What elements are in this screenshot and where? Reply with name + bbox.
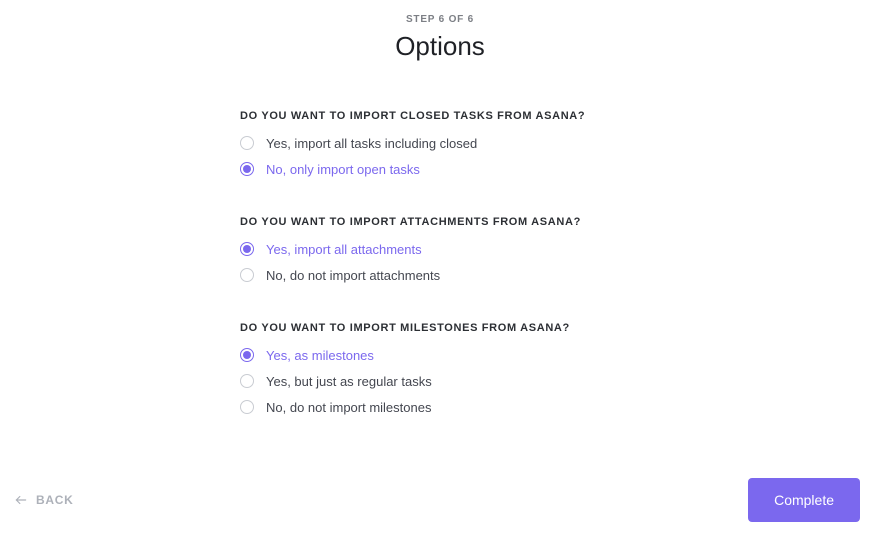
radio-icon [240,268,254,282]
wizard-footer: BACK Complete [14,478,860,522]
radio-icon [240,162,254,176]
radio-icon [240,348,254,362]
option-import-closed-yes[interactable]: Yes, import all tasks including closed [240,136,800,150]
radio-icon [240,374,254,388]
complete-button[interactable]: Complete [748,478,860,522]
option-label: No, do not import attachments [266,269,440,282]
group-question: DO YOU WANT TO IMPORT CLOSED TASKS FROM … [240,110,800,122]
wizard-header: STEP 6 OF 6 Options [0,0,880,62]
group-question: DO YOU WANT TO IMPORT ATTACHMENTS FROM A… [240,216,800,228]
option-label: No, do not import milestones [266,401,431,414]
option-attachments-yes[interactable]: Yes, import all attachments [240,242,800,256]
group-milestones: DO YOU WANT TO IMPORT MILESTONES FROM AS… [240,322,800,414]
radio-icon [240,400,254,414]
page-title: Options [0,31,880,62]
option-attachments-no[interactable]: No, do not import attachments [240,268,800,282]
option-milestones-regular[interactable]: Yes, but just as regular tasks [240,374,800,388]
option-milestones-yes[interactable]: Yes, as milestones [240,348,800,362]
group-attachments: DO YOU WANT TO IMPORT ATTACHMENTS FROM A… [240,216,800,282]
option-import-closed-no[interactable]: No, only import open tasks [240,162,800,176]
group-question: DO YOU WANT TO IMPORT MILESTONES FROM AS… [240,322,800,334]
option-label: No, only import open tasks [266,163,420,176]
options-content: DO YOU WANT TO IMPORT CLOSED TASKS FROM … [240,62,800,414]
back-label: BACK [36,493,74,507]
option-label: Yes, import all tasks including closed [266,137,477,150]
option-milestones-no[interactable]: No, do not import milestones [240,400,800,414]
option-label: Yes, import all attachments [266,243,422,256]
back-button[interactable]: BACK [14,487,74,513]
arrow-left-icon [14,493,28,507]
group-closed-tasks: DO YOU WANT TO IMPORT CLOSED TASKS FROM … [240,110,800,176]
radio-icon [240,136,254,150]
step-indicator: STEP 6 OF 6 [0,14,880,25]
option-label: Yes, but just as regular tasks [266,375,432,388]
option-label: Yes, as milestones [266,349,374,362]
radio-icon [240,242,254,256]
